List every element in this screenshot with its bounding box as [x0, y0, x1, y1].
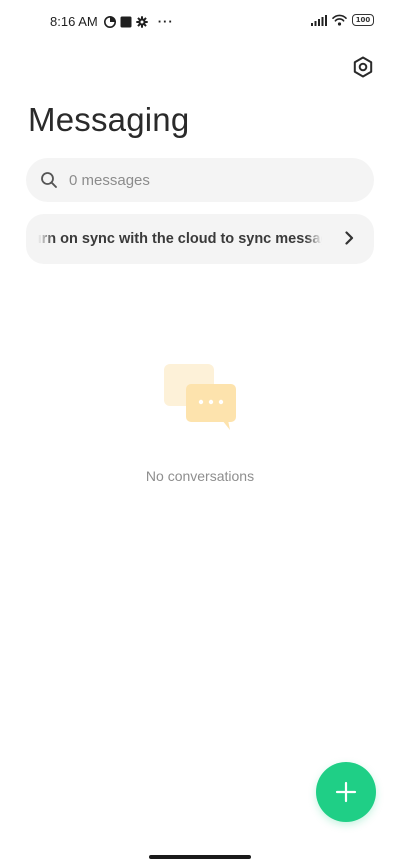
- settings-notification-icon: [136, 15, 148, 28]
- battery-icon: 100: [352, 14, 374, 26]
- fade-left: [38, 230, 54, 248]
- wifi-icon: [332, 14, 347, 26]
- app-notification-icon: [103, 15, 116, 28]
- new-conversation-button[interactable]: [316, 762, 376, 822]
- chevron-right-icon: [344, 231, 354, 245]
- plus-icon: [335, 781, 357, 803]
- empty-state-text: No conversations: [145, 468, 255, 484]
- sync-banner-text: Turn on sync with the cloud to sync mess…: [38, 231, 322, 247]
- page-title: Messaging: [28, 101, 190, 138]
- square-notification-icon: [120, 16, 132, 28]
- conversation-bubbles-icon: [0, 360, 400, 432]
- sync-text-container: Turn on sync with the cloud to sync mess…: [38, 230, 322, 248]
- search-bar[interactable]: [26, 158, 374, 202]
- cloud-sync-banner[interactable]: Turn on sync with the cloud to sync mess…: [26, 214, 374, 264]
- status-right: 100: [311, 14, 374, 26]
- gear-icon: [352, 56, 374, 78]
- settings-button[interactable]: [350, 54, 376, 80]
- more-notifications-icon: ···: [157, 14, 174, 29]
- search-input[interactable]: [67, 170, 331, 190]
- status-left: 8:16 AM ···: [50, 14, 174, 29]
- signal-icon: [311, 14, 327, 26]
- status-time: 8:16 AM: [50, 14, 98, 29]
- search-icon: [40, 171, 58, 189]
- fade-right: [306, 230, 322, 248]
- home-indicator[interactable]: [149, 855, 251, 859]
- status-bar: 8:16 AM ··· 100: [0, 0, 400, 44]
- empty-state: [0, 360, 400, 432]
